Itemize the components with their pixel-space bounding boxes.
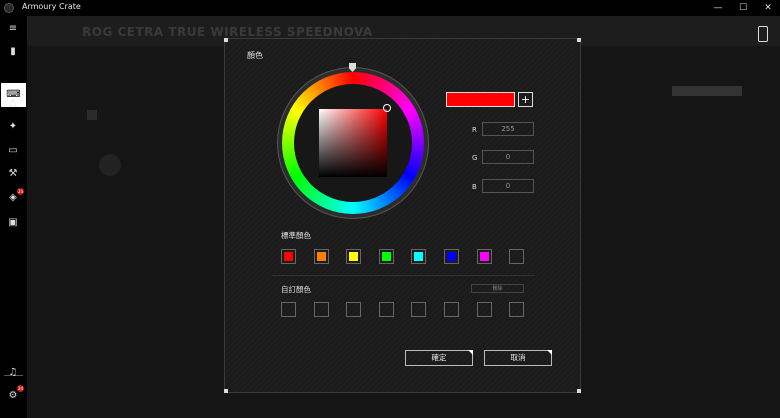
divider xyxy=(272,275,535,276)
standard-color-swatch[interactable] xyxy=(411,249,426,264)
sidebar: ≡ ▮ ⌨ △ ✦ ▭ ⚒ ◈ 24 ▣ ♫ ⚙ 24 xyxy=(0,16,27,418)
gamevisual-icon[interactable]: ▭ xyxy=(6,144,20,158)
custom-color-swatch[interactable] xyxy=(411,302,426,317)
standard-color-swatch[interactable] xyxy=(314,249,329,264)
standard-color-swatch[interactable] xyxy=(509,249,524,264)
g-input[interactable] xyxy=(482,150,534,164)
aura-icon[interactable]: △ xyxy=(6,96,20,110)
r-label: R xyxy=(472,126,477,134)
swatch-fill xyxy=(480,252,489,261)
corner-decoration xyxy=(224,389,228,393)
device-icon[interactable]: ▮ xyxy=(6,45,20,59)
hue-handle[interactable] xyxy=(349,63,356,72)
swatch-fill xyxy=(284,252,293,261)
custom-color-swatch[interactable] xyxy=(281,302,296,317)
tools-icon[interactable]: ⚒ xyxy=(6,167,20,181)
deals-badge: 24 xyxy=(17,188,24,195)
background-blur xyxy=(99,154,121,176)
dialog-title: 顏色 xyxy=(247,51,263,60)
b-label: B xyxy=(472,183,477,191)
settings-badge: 24 xyxy=(17,385,24,392)
swatch-fill xyxy=(349,252,358,261)
swatch-fill xyxy=(382,252,391,261)
standard-color-swatch[interactable] xyxy=(379,249,394,264)
b-input[interactable] xyxy=(482,179,534,193)
background-blur xyxy=(672,86,742,96)
armoury-icon[interactable]: ✦ xyxy=(6,120,20,134)
current-color-swatch xyxy=(446,92,515,107)
hue-wheel[interactable] xyxy=(282,72,424,214)
news-icon[interactable]: ▣ xyxy=(6,216,20,230)
custom-color-swatch[interactable] xyxy=(477,302,492,317)
notification-icon[interactable]: ♫ xyxy=(6,366,20,380)
ok-button[interactable]: 確定 xyxy=(405,350,473,366)
standard-color-swatch[interactable] xyxy=(346,249,361,264)
app-title: Armoury Crate xyxy=(22,2,81,11)
standard-colors-label: 標準顏色 xyxy=(281,231,311,240)
swatch-fill xyxy=(414,252,423,261)
background-blur xyxy=(87,110,97,120)
r-input[interactable] xyxy=(482,122,534,136)
color-dialog: 顏色 + R G B 標準顏色 自訂顏色 刪除 確定 取消 xyxy=(224,38,581,393)
cancel-button[interactable]: 取消 xyxy=(484,350,552,366)
device-title: ROG CETRA TRUE WIRELESS SPEEDNOVA xyxy=(82,25,373,39)
app-logo-icon xyxy=(4,3,14,13)
swatch-fill xyxy=(512,252,521,261)
phone-icon[interactable] xyxy=(758,26,768,42)
swatch-fill xyxy=(317,252,326,261)
custom-color-swatch[interactable] xyxy=(314,302,329,317)
g-label: G xyxy=(472,154,478,162)
custom-color-swatch[interactable] xyxy=(346,302,361,317)
title-bar: Armoury Crate — ☐ ✕ xyxy=(0,0,780,16)
standard-color-swatch[interactable] xyxy=(281,249,296,264)
corner-decoration xyxy=(577,389,581,393)
delete-button[interactable]: 刪除 xyxy=(471,284,524,293)
custom-color-swatch[interactable] xyxy=(379,302,394,317)
custom-colors-label: 自訂顏色 xyxy=(281,285,311,294)
swatch-fill xyxy=(447,252,456,261)
add-color-button[interactable]: + xyxy=(518,92,533,107)
minimize-button[interactable]: — xyxy=(707,0,729,16)
maximize-button[interactable]: ☐ xyxy=(732,0,754,16)
custom-color-swatch[interactable] xyxy=(509,302,524,317)
standard-color-swatch[interactable] xyxy=(444,249,459,264)
menu-icon[interactable]: ≡ xyxy=(6,22,20,36)
custom-color-swatch[interactable] xyxy=(444,302,459,317)
close-button[interactable]: ✕ xyxy=(757,0,779,16)
saturation-value-square[interactable] xyxy=(319,109,387,177)
corner-decoration xyxy=(224,38,228,42)
color-picker-cursor[interactable] xyxy=(383,104,391,112)
corner-decoration xyxy=(577,38,581,42)
standard-color-swatch[interactable] xyxy=(477,249,492,264)
